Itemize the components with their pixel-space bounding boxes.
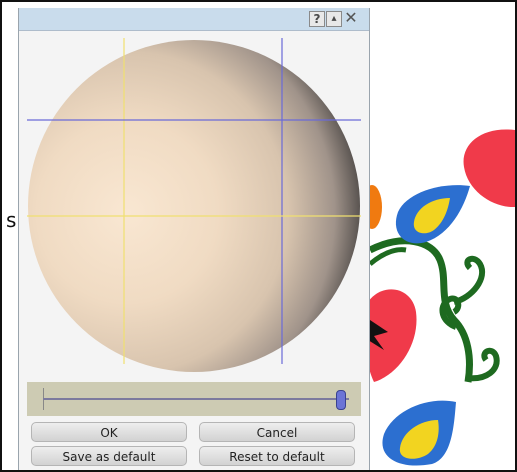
vine-small-top [368, 247, 407, 266]
save-as-default-button[interactable]: Save as default [31, 446, 187, 466]
reset-to-default-button[interactable]: Reset to default [199, 446, 355, 466]
screen-frame: s ? ▴ ✕ OK Cancel Save as default Reset … [0, 0, 517, 472]
intensity-slider[interactable] [27, 382, 361, 416]
collapse-icon[interactable]: ▴ [326, 11, 342, 27]
cancel-button[interactable]: Cancel [199, 422, 355, 442]
light-sphere-preview[interactable] [27, 34, 361, 374]
slider-thumb[interactable] [335, 390, 346, 410]
dialog-titlebar: ? ▴ ✕ [19, 8, 369, 31]
vine-curl-1 [453, 255, 485, 305]
slider-track[interactable] [43, 398, 349, 400]
clipped-letter: s [6, 208, 17, 232]
help-icon[interactable]: ? [309, 11, 325, 27]
red-petal-top [463, 129, 515, 208]
ok-button[interactable]: OK [31, 422, 187, 442]
shaded-sphere [28, 40, 360, 372]
close-icon[interactable]: ✕ [344, 10, 358, 26]
lighting-dialog: ? ▴ ✕ OK Cancel Save as default Reset to… [18, 8, 370, 470]
